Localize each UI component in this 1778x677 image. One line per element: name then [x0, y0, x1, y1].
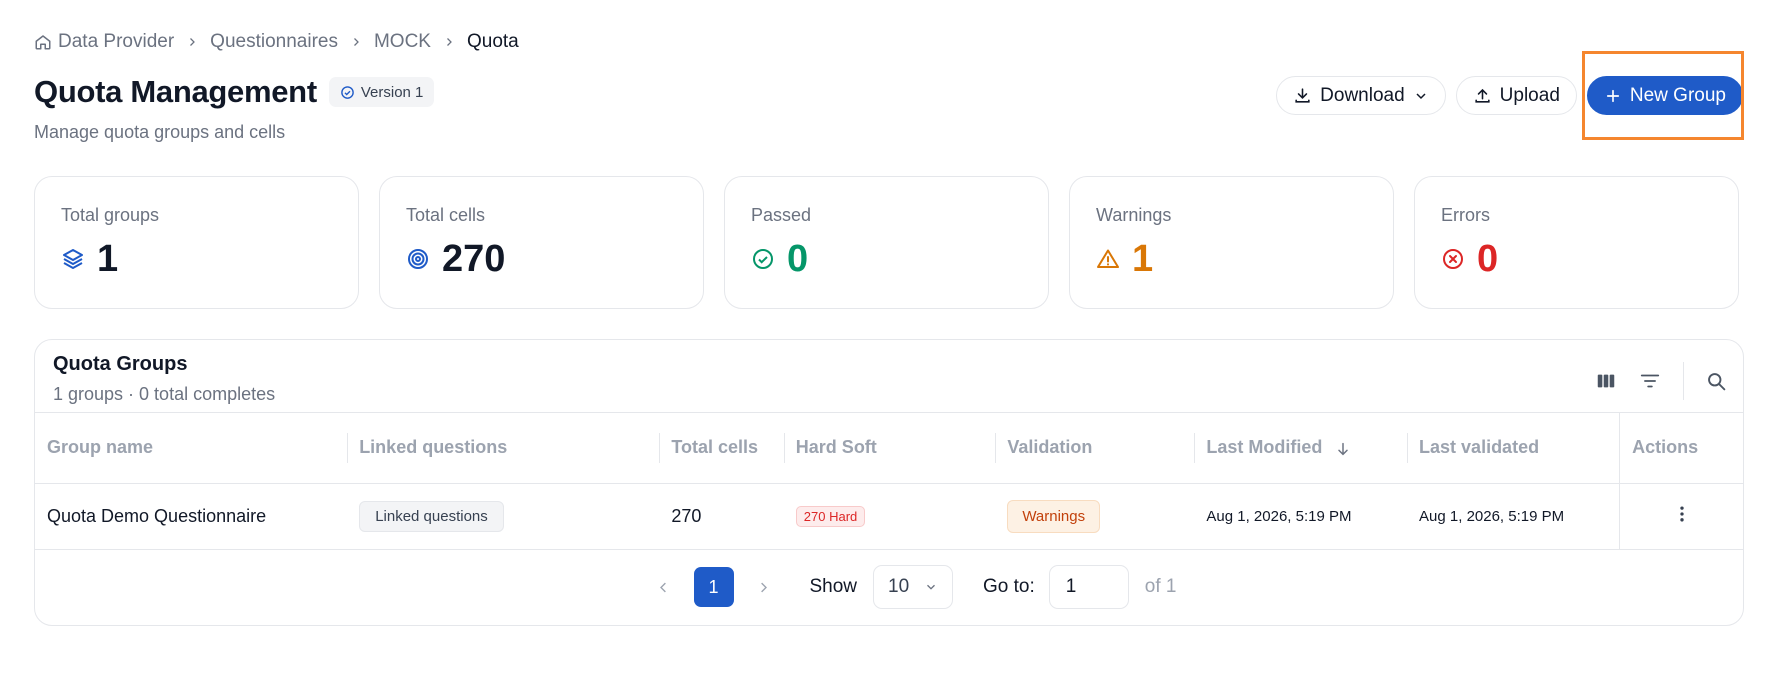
version-badge: Version 1 — [328, 77, 435, 107]
validation-status-badge: Warnings — [1007, 499, 1101, 533]
page-title: Quota Management — [34, 74, 317, 109]
page-count-label: of 1 — [1144, 576, 1177, 597]
stat-value: 270 — [442, 238, 506, 280]
chevron-right-icon — [186, 36, 198, 48]
column-header-linked-questions[interactable]: Linked questions — [347, 413, 660, 484]
stat-value: 1 — [1132, 238, 1154, 280]
stats-row: Total groups 1 Total cells 270 Passed 0 … — [34, 176, 1739, 309]
quota-groups-card: Quota Groups 1 groups · 0 total complete… — [34, 339, 1744, 626]
download-button[interactable]: Download — [1276, 76, 1446, 115]
table-header-row: Group name Linked questions Total cells … — [35, 413, 1743, 484]
search-icon[interactable] — [1706, 371, 1727, 392]
stat-card-errors: Errors 0 — [1414, 176, 1739, 309]
filter-icon[interactable] — [1639, 370, 1661, 392]
upload-icon — [1473, 86, 1492, 105]
column-header-last-validated[interactable]: Last validated — [1407, 413, 1620, 484]
table-header-bar: Quota Groups 1 groups · 0 total complete… — [35, 340, 1743, 413]
cell-last-modified: Aug 1, 2026, 5:19 PM — [1194, 483, 1408, 550]
page-button-current[interactable]: 1 — [693, 567, 734, 607]
cell-linked-questions: Linked questions — [347, 483, 660, 550]
chevron-down-icon — [1413, 88, 1429, 104]
breadcrumb-item-mock[interactable]: MOCK — [374, 31, 431, 53]
hard-badge: 270 Hard — [795, 506, 866, 527]
chevron-down-icon — [924, 580, 938, 594]
check-circle-icon — [751, 247, 775, 271]
cell-last-validated: Aug 1, 2026, 5:19 PM — [1407, 483, 1620, 550]
header-actions: Download Upload New Group — [1276, 76, 1743, 115]
show-label: Show — [809, 576, 858, 597]
page-size-select[interactable]: 10 — [873, 565, 954, 609]
chevron-left-icon[interactable] — [654, 580, 674, 595]
goto-page-input[interactable] — [1048, 565, 1129, 609]
goto-label: Go to: — [983, 576, 1035, 597]
quota-groups-table: Group name Linked questions Total cells … — [35, 413, 1743, 550]
page-header: Quota Management Version 1 — [34, 74, 435, 110]
check-circle-icon — [340, 85, 355, 100]
plus-icon — [1604, 87, 1622, 105]
column-header-last-modified[interactable]: Last Modified — [1194, 413, 1408, 484]
table-tools — [1595, 362, 1727, 400]
cell-group-name[interactable]: Quota Demo Questionnaire — [35, 483, 348, 550]
upload-button[interactable]: Upload — [1455, 76, 1577, 115]
chevron-right-icon — [350, 36, 362, 48]
column-header-hard-soft[interactable]: Hard Soft — [783, 413, 996, 484]
home-icon — [34, 33, 52, 51]
more-vertical-icon[interactable] — [1672, 504, 1692, 524]
breadcrumb-item-questionnaires[interactable]: Questionnaires — [210, 31, 338, 53]
cell-hard-soft: 270 Hard — [783, 483, 996, 550]
stat-card-total-cells: Total cells 270 — [379, 176, 704, 309]
stat-value: 0 — [787, 238, 809, 280]
pagination: 1 Show 10 Go to: of 1 — [35, 549, 1743, 625]
target-icon — [406, 247, 430, 271]
warning-triangle-icon — [1096, 247, 1120, 271]
stat-card-passed: Passed 0 — [724, 176, 1049, 309]
cell-validation: Warnings — [995, 483, 1195, 550]
chevron-right-icon[interactable] — [754, 580, 774, 595]
cell-total-cells: 270 — [659, 483, 784, 550]
column-header-validation[interactable]: Validation — [995, 413, 1195, 484]
new-group-button[interactable]: New Group — [1586, 76, 1743, 115]
download-icon — [1293, 86, 1312, 105]
stat-value: 1 — [97, 238, 119, 280]
columns-icon[interactable] — [1595, 370, 1617, 392]
divider — [1683, 362, 1684, 400]
table-title: Quota Groups — [53, 353, 188, 375]
breadcrumb-item-data-provider[interactable]: Data Provider — [34, 31, 174, 53]
column-header-total-cells[interactable]: Total cells — [659, 413, 784, 484]
column-header-group-name[interactable]: Group name — [35, 413, 348, 484]
chevron-right-icon — [443, 36, 455, 48]
sort-descending-icon[interactable] — [1335, 441, 1351, 457]
linked-questions-chip[interactable]: Linked questions — [359, 500, 504, 532]
layers-icon — [61, 247, 85, 271]
table-subtitle: 1 groups · 0 total completes — [53, 384, 276, 404]
stat-card-total-groups: Total groups 1 — [34, 176, 359, 309]
x-circle-icon — [1441, 247, 1465, 271]
stat-value: 0 — [1477, 238, 1499, 280]
page-subtitle: Manage quota groups and cells — [34, 122, 286, 142]
stat-card-warnings: Warnings 1 — [1069, 176, 1394, 309]
breadcrumb-current: Quota — [466, 31, 519, 52]
column-header-actions: Actions — [1619, 413, 1743, 484]
cell-actions — [1619, 483, 1743, 550]
table-row[interactable]: Quota Demo Questionnaire Linked question… — [35, 483, 1743, 550]
breadcrumb: Data Provider Questionnaires MOCK Quota — [34, 31, 519, 53]
